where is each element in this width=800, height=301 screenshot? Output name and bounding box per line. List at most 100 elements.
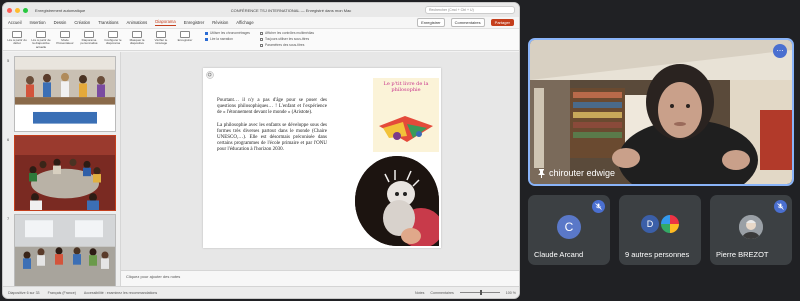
classroom-photo [15, 57, 115, 124]
ribbon-options-col2: Afficher les contrôles multimédias Toujo… [259, 31, 314, 47]
zoom-level: 100 % [505, 290, 516, 295]
use-timings-checkbox[interactable]: Utiliser les chronométrages [205, 31, 250, 35]
zoom-window-button[interactable] [23, 7, 28, 13]
play-from-start-button[interactable]: Lire à partir du début [7, 31, 27, 46]
hide-slide-icon [132, 31, 142, 38]
tab-enregistrer[interactable]: Enregistrer [184, 20, 204, 25]
participant-name: Claude Arcand [534, 250, 584, 259]
plush-toy-illustration [355, 156, 439, 246]
media-controls-checkbox[interactable]: Afficher les contrôles multimédias [259, 31, 314, 35]
classroom-photo [15, 215, 115, 289]
record-icon [180, 31, 190, 38]
slide-paragraph-2: La philosophie avec les enfants se dével… [217, 123, 327, 152]
main-speaker-name: chirouter edwige [549, 168, 616, 178]
setup-icon [108, 31, 118, 38]
thumbnail-image[interactable] [14, 56, 116, 132]
tab-transitions[interactable]: Transitions [98, 20, 118, 25]
presenter-icon [60, 31, 70, 38]
presenter-mode-button[interactable]: Mode Présentateur [55, 31, 75, 46]
participant-name: Pierre BREZOT [716, 250, 769, 259]
custom-show-button[interactable]: Diaporama personnalisé [79, 31, 99, 46]
thumbnail-slide-7[interactable]: 7 [7, 214, 116, 290]
share-button[interactable]: Partager [490, 19, 514, 26]
tab-dessin[interactable]: Dessin [54, 20, 67, 25]
play-current-icon [36, 31, 46, 38]
participant-avatar: D [641, 215, 659, 233]
tab-affichage[interactable]: Affichage [236, 20, 253, 25]
mic-off-icon [592, 200, 605, 213]
hide-slide-button[interactable]: Masquer la diapositive [127, 31, 147, 46]
pin-icon[interactable] [538, 168, 545, 178]
title-bar: Enregistrement automatique CONFÉRENCE TS… [3, 3, 519, 17]
play-from-current-button[interactable]: Lire à partir de la diapositive actuelle [31, 31, 51, 49]
ribbon-options-col1: Utiliser les chronométrages Lire la narr… [205, 31, 250, 41]
slide-counter: Diapositive 6 sur 33 [8, 290, 40, 295]
thumbnail-image[interactable] [14, 214, 116, 290]
status-bar: Diapositive 6 sur 33 Français (France) A… [3, 286, 519, 298]
tab-accueil[interactable]: Accueil [8, 20, 22, 25]
minimize-window-button[interactable] [15, 7, 20, 13]
participant-avatar [661, 215, 679, 233]
slide-editor[interactable]: Pourtant… il n'y a pas d'âge pour se pos… [121, 52, 519, 288]
checkbox-icon [259, 31, 263, 35]
tab-diaporama[interactable]: Diaporama [155, 19, 176, 26]
participant-avatar: C [557, 215, 581, 239]
setup-show-button[interactable]: Configurer le diaporama [103, 31, 123, 46]
play-narration-checkbox[interactable]: Lire la narration [205, 37, 250, 41]
book-title: Le p'tit livre de la philosophie [383, 81, 429, 93]
zoom-slider[interactable] [459, 290, 500, 295]
language-indicator[interactable]: Français (France) [48, 291, 76, 295]
autosave-label[interactable]: Enregistrement automatique [35, 8, 85, 13]
slide-thumbnails-pane[interactable]: 5 6 7 [3, 52, 121, 290]
slide-body-text[interactable]: Pourtant… il n'y a pas d'âge pour se pos… [217, 98, 327, 160]
participant-tile-claude[interactable]: C Claude Arcand [528, 195, 610, 265]
participant-tile-others[interactable]: D 9 autres personnes [619, 195, 701, 265]
subtitle-settings-button[interactable]: Paramètres des sous-titres [259, 43, 314, 47]
search-input[interactable]: Rechercher (Cmd + Ctrl + U) [425, 6, 515, 14]
window-title: CONFÉRENCE TSJ INTERNATIONAL — Enregistr… [230, 7, 352, 13]
tab-insertion[interactable]: Insertion [30, 20, 46, 25]
checkbox-icon [205, 37, 208, 41]
checkbox-icon [259, 37, 263, 41]
plush-toy-photo [355, 156, 439, 246]
more-options-icon[interactable]: ⋯ [773, 44, 787, 58]
thumbnail-slide-5[interactable]: 5 [7, 56, 116, 132]
book-cover-image: Le p'tit livre de la philosophie [373, 78, 439, 152]
comments-toggle[interactable]: Commentaires [430, 291, 453, 295]
tab-revision[interactable]: Révision [212, 20, 228, 25]
comments-button[interactable]: Commentaires [450, 18, 485, 27]
settings-icon [259, 43, 263, 47]
participant-tile-pierre[interactable]: Pierre BREZOT [710, 195, 792, 265]
checkbox-icon [205, 31, 208, 35]
window-controls: Enregistrement automatique [7, 7, 157, 13]
accessibility-status[interactable]: Accessibilité : examinez les recommandat… [84, 291, 157, 295]
record-button[interactable]: Enregistrer [417, 18, 445, 27]
subtitles-checkbox[interactable]: Toujours utiliser les sous-titres [259, 37, 314, 41]
zoom-slider-knob[interactable] [479, 290, 482, 295]
speaker-video [530, 40, 792, 184]
slide-paragraph-1: Pourtant… il n'y a pas d'âge pour se pos… [217, 98, 327, 115]
rehearse-timings-button[interactable]: Vérifier le minutage [151, 31, 171, 46]
tab-creation[interactable]: Création [74, 20, 90, 25]
powerpoint-window: Enregistrement automatique CONFÉRENCE TS… [2, 2, 520, 299]
mic-off-icon [774, 200, 787, 213]
thumbnail-image[interactable] [14, 135, 116, 211]
slide-zoom-icon[interactable] [206, 71, 214, 79]
close-window-button[interactable] [7, 7, 12, 13]
notes-toggle[interactable]: Notes [415, 291, 424, 295]
main-speaker-tile[interactable]: ⋯ chirouter edwige [528, 38, 794, 186]
others-avatars: D [641, 215, 679, 233]
play-icon [12, 31, 22, 38]
thumbnail-slide-6[interactable]: 6 [7, 135, 116, 211]
screen: Enregistrement automatique CONFÉRENCE TS… [0, 0, 800, 301]
tab-animations[interactable]: Animations [127, 20, 148, 25]
custom-show-icon [84, 31, 94, 38]
current-slide[interactable]: Pourtant… il n'y a pas d'âge pour se pos… [203, 68, 441, 248]
ribbon-tabs: Accueil Insertion Dessin Création Transi… [3, 17, 519, 29]
timer-icon [156, 31, 166, 38]
circle-of-children-photo [15, 136, 115, 210]
participant-avatar-photo [739, 215, 763, 239]
main-speaker-label: chirouter edwige [538, 168, 615, 178]
record-slideshow-button[interactable]: Enregistrer [175, 31, 195, 42]
ribbon-toolbar: Lire à partir du début Lire à partir de … [3, 29, 519, 51]
